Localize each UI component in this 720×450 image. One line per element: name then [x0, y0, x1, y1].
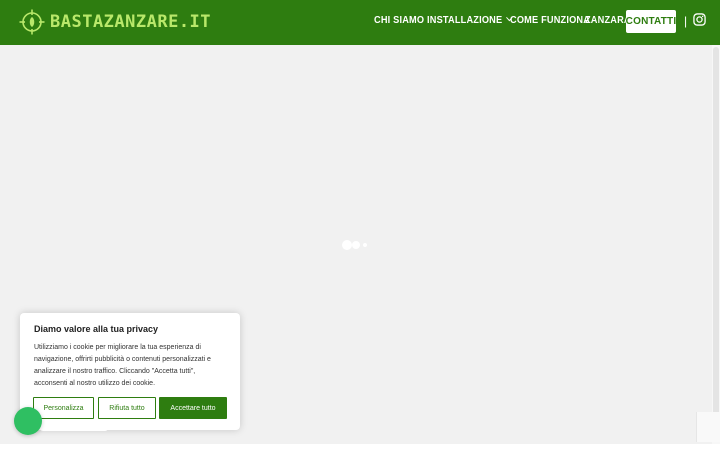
- logo-text: BASTAZANZARE.IT: [50, 12, 212, 32]
- site-logo[interactable]: BASTAZANZARE.IT: [19, 9, 211, 35]
- loader-dot: [363, 243, 367, 247]
- nav-chi-siamo[interactable]: CHI SIAMO: [374, 15, 424, 26]
- nav-separator: |: [684, 14, 688, 28]
- cookie-line: analizzare il nostro traffico. Cliccando…: [34, 368, 196, 375]
- nav-installazione[interactable]: INSTALLAZIONE: [427, 14, 513, 26]
- nav-zanzara[interactable]: ZANZARA: [585, 15, 631, 26]
- loading-dots-icon: [342, 239, 372, 251]
- instagram-icon[interactable]: [693, 13, 706, 26]
- chat-widget-tab: [40, 426, 108, 431]
- recaptcha-badge[interactable]: [696, 412, 720, 442]
- loader-dot: [342, 240, 352, 250]
- accept-all-button[interactable]: Accettare tutto: [159, 397, 227, 419]
- cookie-description: Utilizziamo i cookie per migliorare la t…: [34, 342, 230, 390]
- customize-button[interactable]: Personalizza: [33, 397, 94, 419]
- loader-dot: [352, 241, 360, 249]
- cookie-line: acconsenti al nostro utilizzo dei cookie…: [34, 380, 156, 387]
- nav-installazione-label: INSTALLAZIONE: [427, 15, 503, 26]
- cookie-line: navigazione, offrirti pubblicità o conte…: [34, 356, 211, 363]
- nav-come-funziona[interactable]: COME FUNZIONA: [510, 15, 590, 26]
- bottom-strip: [0, 444, 720, 450]
- contatti-button[interactable]: CONTATTI: [626, 10, 676, 33]
- whatsapp-icon[interactable]: [14, 407, 42, 435]
- scrollbar-thumb[interactable]: [713, 47, 719, 427]
- cookie-consent-banner: Diamo valore alla tua privacy Utilizziam…: [20, 313, 240, 430]
- cookie-line: Utilizziamo i cookie per migliorare la t…: [34, 344, 201, 351]
- reject-all-button[interactable]: Rifiuta tutto: [98, 397, 156, 419]
- site-header: BASTAZANZARE.IT CHI SIAMO INSTALLAZIONE …: [0, 0, 720, 45]
- cookie-title: Diamo valore alla tua privacy: [34, 324, 159, 334]
- crosshair-leaf-icon: [19, 9, 45, 35]
